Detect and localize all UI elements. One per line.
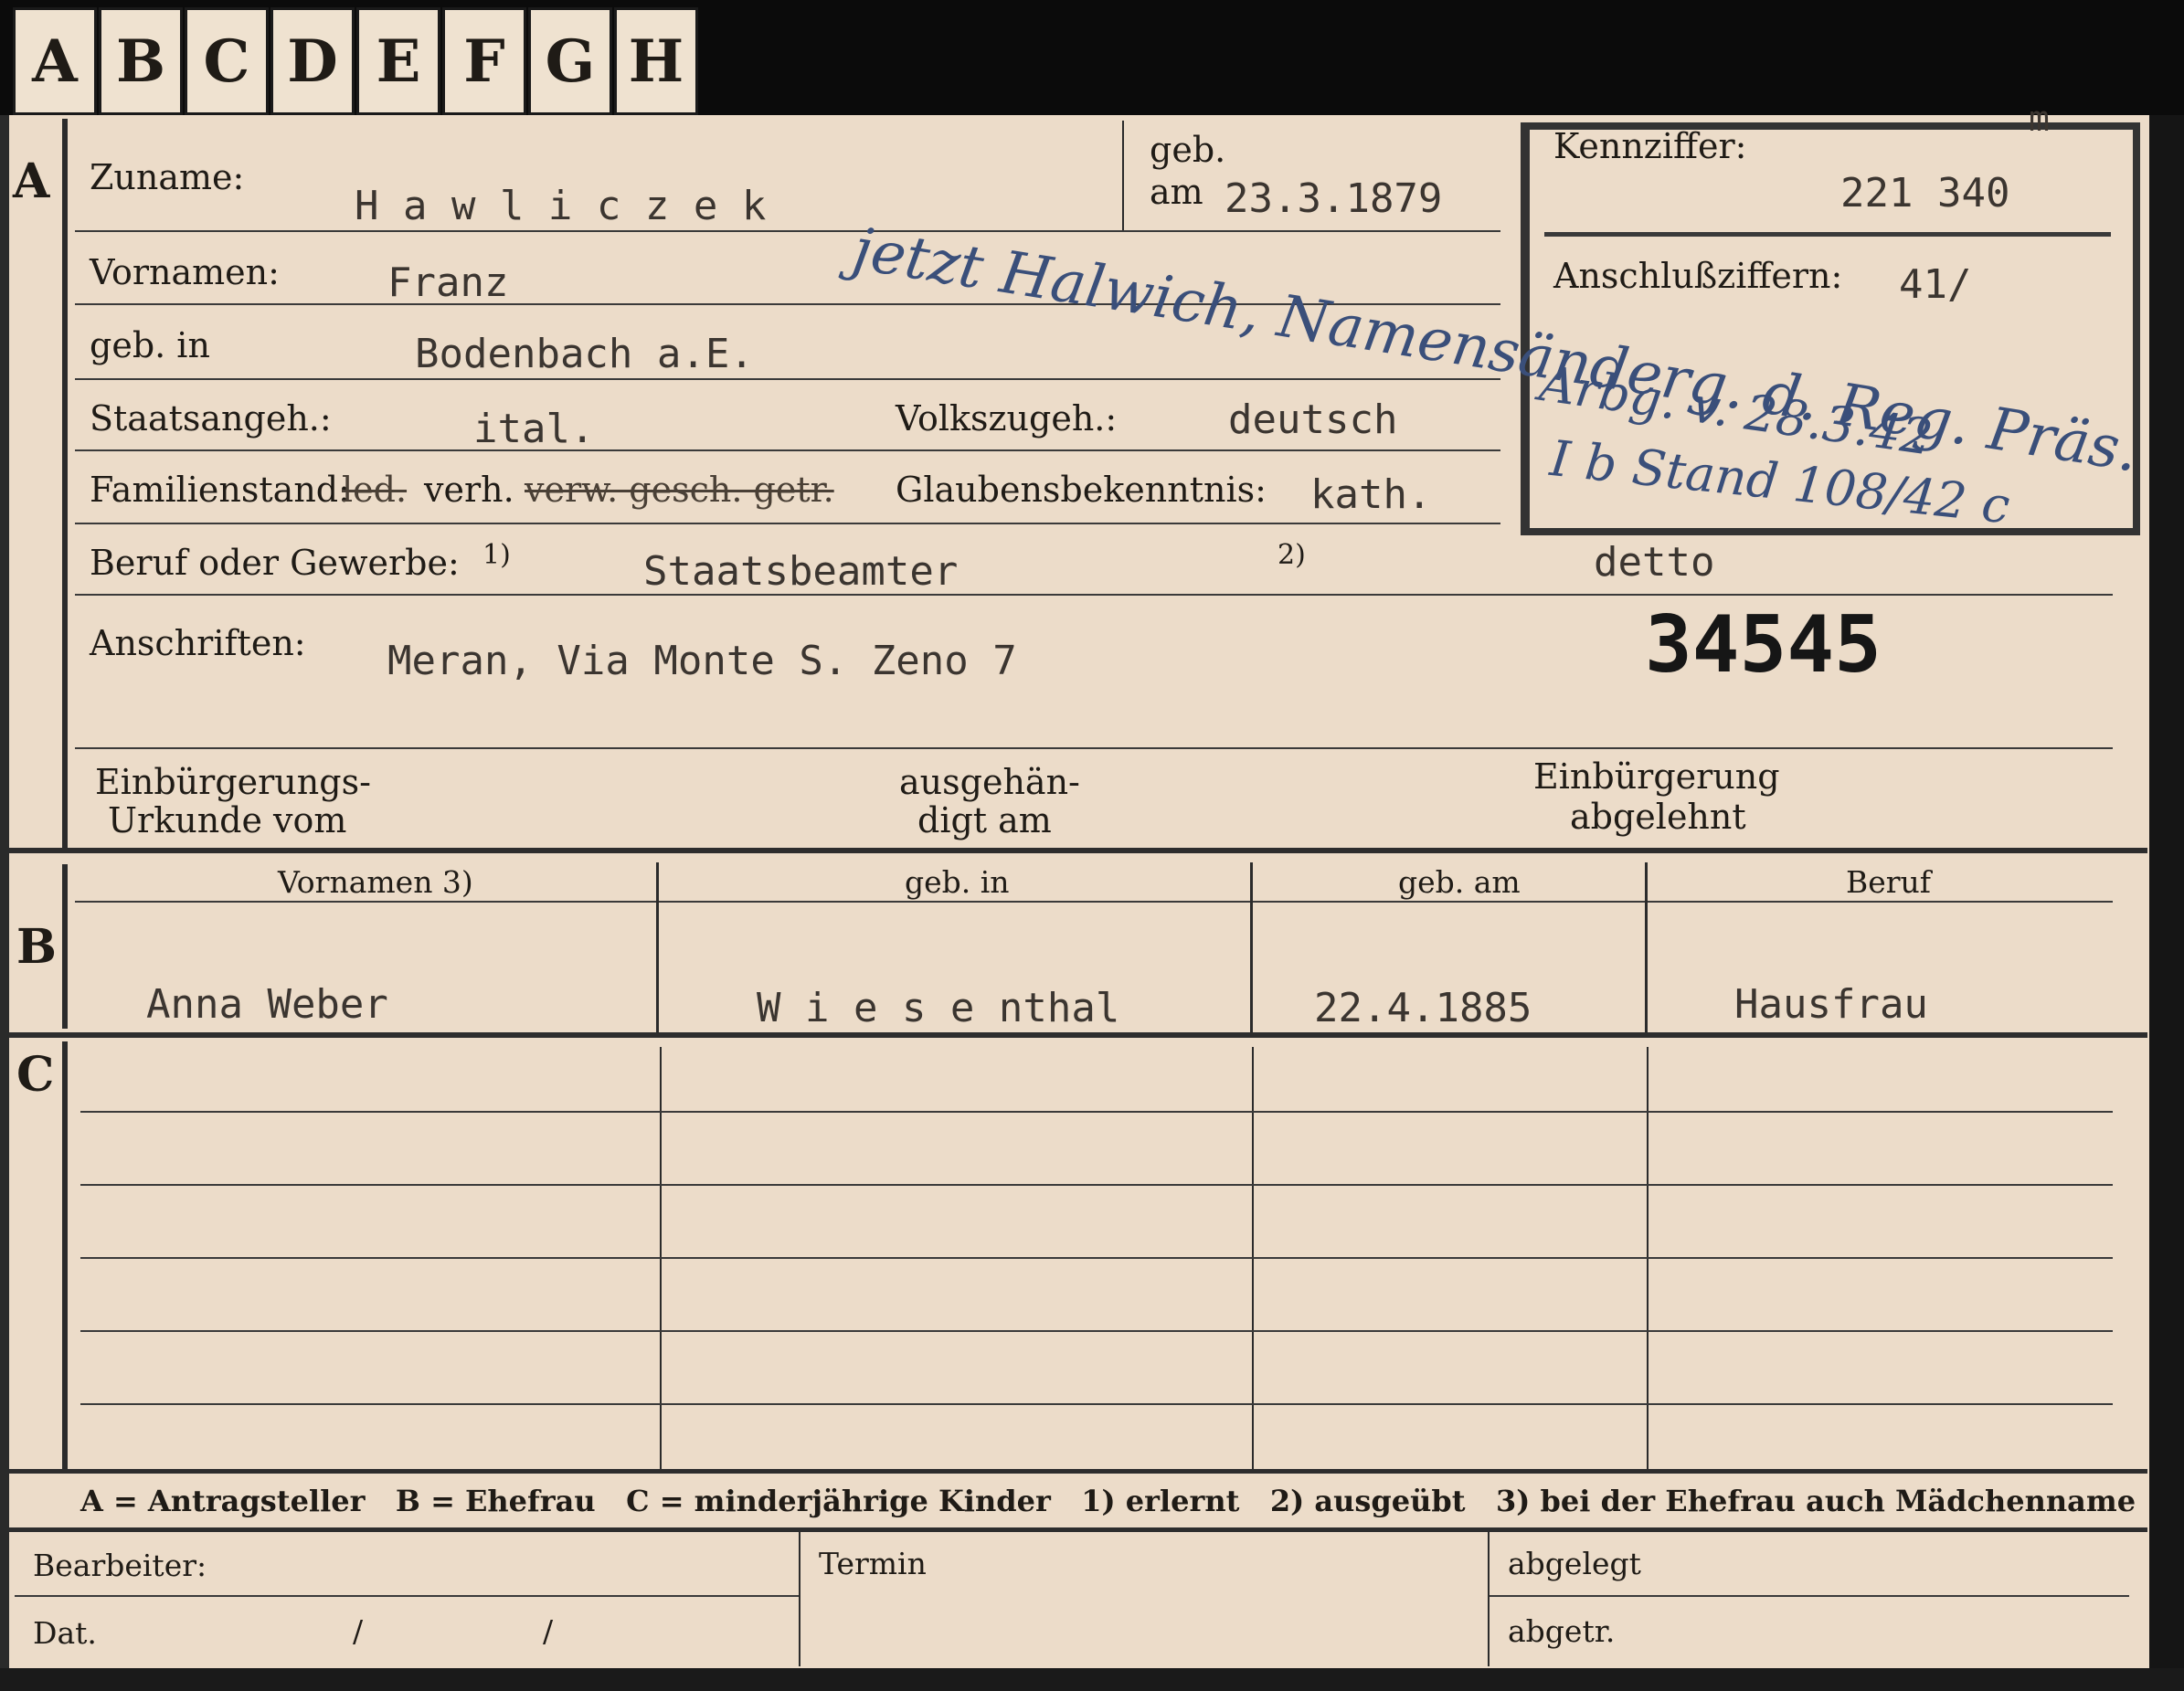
id-value: 221 340 [1840,170,2010,217]
citizenship-value: ital. [473,406,595,452]
date-label: Dat. [33,1615,97,1651]
section-b-col-2 [1250,862,1253,1032]
address-label: Anschriften: [90,623,306,663]
spouse-occupation-header: Beruf [1846,864,1932,900]
ethnicity-value: deutsch [1228,396,1398,443]
born-label-1: geb. [1150,130,1226,170]
spouse-birthplace-header: geb. in [905,864,1010,900]
rule-surname [75,230,1500,232]
religion-value: kath. [1310,471,1432,518]
date-slash-2: / [543,1613,554,1649]
filed2-label: abgetr. [1508,1613,1616,1649]
footer-col-2 [1488,1531,1490,1666]
first-names-label: Vornamen: [90,252,280,292]
rule-occupation [75,594,2113,596]
rule-section-b-end [9,1032,2147,1038]
section-c-row-2 [80,1184,2113,1186]
marital-status-value: verh. [424,470,514,510]
section-a-marker: A [13,153,50,209]
spouse-occupation-value: Hausfrau [1734,981,1928,1028]
rejected-label-2: abgelehnt [1570,797,1746,837]
occupation-label: Beruf oder Gewerbe: [90,543,460,583]
legend-line: A = Antragsteller B = Ehefrau C = minder… [80,1484,2136,1518]
rule-citizenship [75,449,1500,451]
section-b-col-1 [656,862,659,1032]
section-a-rule [62,119,68,851]
id-label: Kennziffer: [1553,126,1747,166]
religion-label: Glaubensbekenntnis: [896,470,1267,510]
section-c-row-3 [80,1257,2113,1259]
surname-label: Zuname: [90,157,245,197]
index-tabs: ABCDEFGH [13,7,700,115]
index-tab-f: F [442,7,526,115]
stamp-number: 34545 [1645,599,1882,691]
rule-section-c-end [9,1469,2147,1474]
rule-marital [75,523,1500,524]
handed-label-2: digt am [917,800,1052,840]
marital-status-label: Familienstand: [90,470,350,510]
rule-legend-end [9,1527,2147,1532]
index-tab-d: D [270,7,355,115]
spouse-firstnames-header: Vornamen 3) [278,864,473,900]
rule-section-a-end [9,848,2147,853]
card-right-edge [2149,115,2184,1691]
birthplace-value: Bodenbach a.E. [415,331,754,377]
index-tab-h: H [614,7,698,115]
spouse-birthdate-value: 22.4.1885 [1314,985,1532,1031]
naturalization-label-1: Einbürgerungs- [95,762,371,802]
section-c-marker: C [16,1047,55,1103]
section-b-rule [62,864,68,1029]
index-tab-e: E [356,7,440,115]
spouse-firstnames-value: Anna Weber [146,981,388,1028]
rule-birthplace [75,378,1500,380]
first-names-value: Franz [387,259,509,306]
handed-label-1: ausgehän- [899,762,1080,802]
section-b-col-3 [1645,862,1648,1032]
index-tab-g: G [528,7,612,115]
rule-address [75,747,2113,749]
occupation-value-2: detto [1594,539,1715,586]
rule-id [1544,232,2111,237]
footer-col-1 [799,1531,800,1666]
link-numbers-value: 41/ [1899,261,1972,308]
section-b-marker: B [16,919,57,975]
occupation-note-2: 2) [1278,539,1306,571]
spouse-birthdate-header: geb. am [1398,864,1521,900]
card-left-edge [0,115,9,1691]
section-c-row-1 [80,1111,2113,1113]
section-c-row-4 [80,1330,2113,1332]
footer-rule-left [15,1595,799,1597]
section-c-rule [62,1041,68,1471]
footer-rule-right [1490,1595,2129,1597]
section-c-row-5 [80,1403,2113,1405]
marital-struck-single: led. [342,470,408,510]
surname-value: H a w l i c z e k [355,183,767,229]
address-value: Meran, Via Monte S. Zeno 7 [387,638,1017,684]
rule-section-b-header [75,901,2113,903]
id-corner-mark: m [2029,99,2050,139]
date-slash-1: / [353,1613,364,1649]
marital-struck-other: verw. gesch. getr. [525,470,834,510]
ethnicity-label: Volkszugeh.: [896,398,1118,439]
link-numbers-label: Anschlußziffern: [1553,256,1843,296]
citizenship-label: Staatsangeh.: [90,398,332,439]
spouse-birthplace-value: W i e s e nthal [757,985,1120,1031]
born-label-2: am [1150,172,1203,212]
rule-born-divider [1122,121,1124,230]
occupation-note-1: 1) [482,539,511,571]
index-tab-a: A [13,7,97,115]
birthplace-label: geb. in [90,325,210,365]
index-tab-b: B [99,7,183,115]
occupation-value: Staatsbeamter [643,548,959,595]
clerk-label: Bearbeiter: [33,1548,207,1583]
card-bottom-edge [0,1668,2184,1691]
rejected-label-1: Einbürgerung [1533,756,1780,797]
filed-label: abgelegt [1508,1546,1641,1581]
born-date-value: 23.3.1879 [1225,175,1443,222]
naturalization-label-2: Urkunde vom [108,800,347,840]
deadline-label: Termin [819,1546,927,1581]
index-tab-c: C [185,7,269,115]
